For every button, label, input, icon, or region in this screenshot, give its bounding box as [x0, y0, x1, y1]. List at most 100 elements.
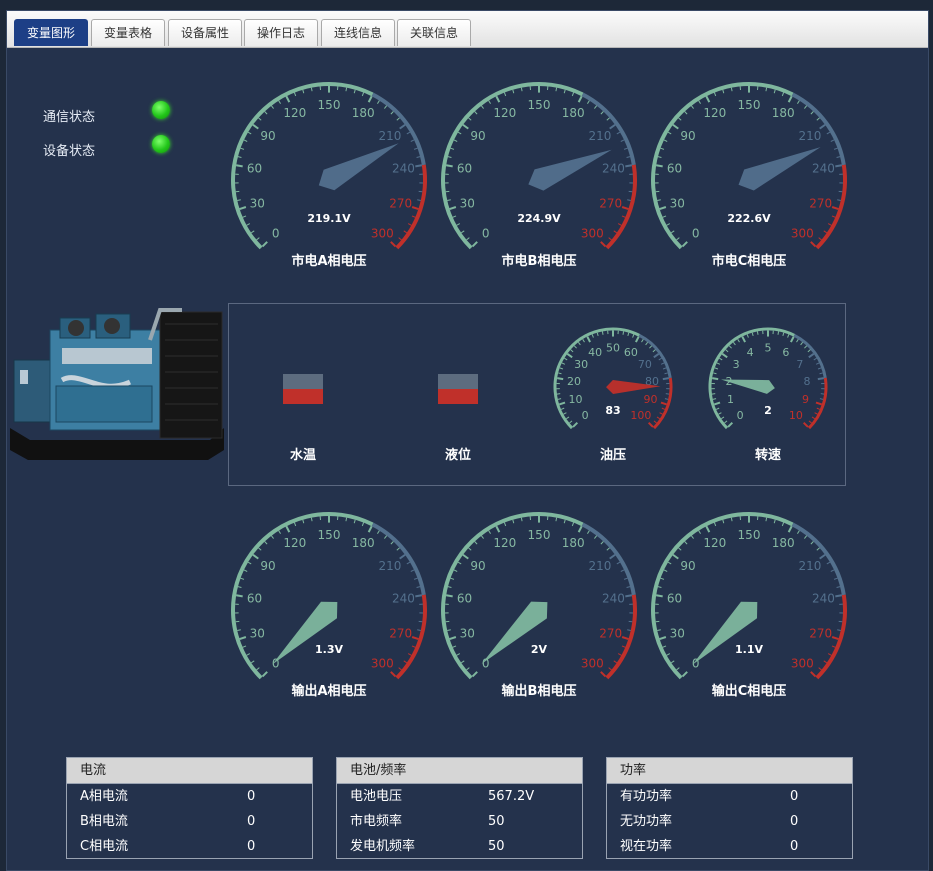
oil-pressure-gauge-minor-tick	[597, 333, 598, 336]
output-gauge-2-tick-label: 60	[667, 592, 682, 606]
oil-pressure-gauge-minor-tick	[574, 346, 576, 348]
engine-speed-gauge-minor-tick	[757, 332, 758, 335]
engine-speed-gauge-minor-tick	[752, 333, 753, 336]
mains-gauge-0-needle	[319, 143, 399, 190]
engine-speed-gauge-minor-tick	[718, 413, 721, 415]
mains-gauge-2-minor-tick	[668, 132, 671, 134]
output-gauge-2-minor-tick	[658, 587, 661, 588]
engine-speed-gauge-minor-tick	[801, 342, 803, 345]
output-gauge-1-minor-tick	[458, 562, 461, 564]
mains-gauge-2-major-tick	[706, 96, 709, 102]
engine-speed-gauge-tick-label: 10	[789, 409, 803, 422]
mains-gauge-1-minor-tick	[618, 224, 621, 226]
oil-pressure-gauge-minor-tick	[563, 413, 566, 415]
tab-variable-table[interactable]: 变量表格	[91, 19, 165, 46]
mains-gauge-1-tick-label: 180	[562, 106, 585, 120]
mains-gauge-2-minor-tick	[658, 157, 661, 158]
output-gauge-1-major-tick	[496, 526, 499, 532]
mains-gauge-0-minor-tick	[248, 132, 251, 134]
row-label: 发电机频率	[350, 834, 415, 859]
mains-gauge-1-major-tick	[463, 125, 468, 129]
mains-gauge-0-minor-tick	[251, 231, 254, 233]
output-gauge-1-minor-tick	[461, 661, 464, 663]
output-gauge-2-minor-tick	[685, 541, 687, 544]
output-gauge-2-minor-tick	[657, 630, 661, 631]
oil-pressure-gauge-tick-label: 20	[567, 375, 581, 388]
mains-gauge-0-tick-label: 240	[392, 162, 415, 176]
tab-related-info[interactable]: 关联信息	[397, 19, 471, 46]
oil-pressure-gauge-minor-tick	[662, 408, 665, 409]
row-label: 无功功率	[620, 809, 672, 834]
row-label: A相电流	[80, 784, 128, 809]
oil-pressure-gauge-tick-label: 60	[624, 346, 638, 359]
mains-gauge-1-minor-tick	[504, 93, 505, 96]
mains-gauge-1-minor-tick	[521, 88, 522, 92]
output-gauge-2-minor-tick	[811, 541, 813, 544]
tab-device-properties[interactable]: 设备属性	[168, 19, 242, 46]
oil-pressure-gauge-major-tick	[649, 423, 653, 427]
mains-gauge-0-minor-tick	[346, 88, 347, 92]
output-gauge-0-major-tick	[391, 672, 396, 677]
output-gauge-1-major-tick	[622, 637, 628, 639]
engine-speed-gauge-minor-tick	[820, 373, 823, 374]
output-gauge-1-minor-tick	[513, 520, 514, 523]
mains-gauge-1-tick-label: 120	[493, 106, 516, 120]
output-gauge-0-major-tick	[253, 555, 258, 559]
mains-gauge-0-minor-tick	[258, 118, 261, 120]
oil-pressure-gauge-minor-tick	[571, 350, 573, 352]
mains-gauge-0-minor-tick	[237, 200, 241, 201]
tab-variable-graphics[interactable]: 变量图形	[14, 19, 88, 46]
oil-pressure-gauge-minor-tick	[660, 413, 663, 415]
mains-gauge-2-needle	[739, 147, 821, 190]
row-label: 电池电压	[350, 784, 402, 809]
output-gauge-0-minor-tick	[399, 668, 402, 670]
mains-gauge-1-minor-tick	[454, 140, 457, 142]
mains-gauge-1-tick-label: 60	[457, 162, 472, 176]
engine-speed-gauge-minor-tick	[724, 421, 727, 423]
engine-speed-gauge-minor-tick	[733, 342, 735, 345]
water-temp-indicator	[283, 374, 323, 404]
output-gauge-2-minor-tick	[782, 523, 783, 526]
mains-gauge-2-minor-tick	[661, 148, 664, 149]
output-gauge-2-major-tick	[832, 637, 838, 639]
mains-gauge-1-major-tick	[601, 242, 606, 247]
oil-pressure-gauge-tick-label: 40	[588, 346, 602, 359]
mains-gauge-2-minor-tick	[677, 238, 680, 240]
mains-gauge-1-minor-tick	[614, 231, 617, 233]
output-gauge-2-minor-tick	[723, 520, 724, 523]
output-gauge-0-major-tick	[236, 595, 243, 596]
output-gauge-2-minor-tick	[817, 548, 820, 550]
current-table-header: 电流	[67, 758, 312, 784]
output-gauge-2-minor-tick	[774, 520, 775, 523]
engine-speed-gauge-minor-tick	[726, 350, 728, 352]
mains-gauge-0-minor-tick	[399, 238, 402, 240]
output-gauge-0-minor-tick	[258, 548, 261, 550]
mains-gauge-0-major-tick	[391, 242, 396, 247]
tab-operation-log[interactable]: 操作日志	[244, 19, 318, 46]
mains-gauge-2-major-tick	[835, 165, 842, 166]
row-label: C相电流	[80, 834, 128, 859]
oil-pressure-gauge-minor-tick	[592, 334, 593, 337]
oil-pressure-gauge-tick-label: 10	[568, 393, 582, 406]
output-gauge-1-minor-tick	[467, 668, 470, 670]
table-row: A相电流0	[67, 784, 312, 809]
table-row: 电池电压 567.2V	[337, 784, 582, 809]
tab-connection-info[interactable]: 连线信息	[321, 19, 395, 46]
mains-gauge-0-tick-label: 120	[283, 106, 306, 120]
output-gauge-0-major-tick	[240, 637, 246, 639]
mains-gauge-2-minor-tick	[685, 111, 687, 114]
mains-gauge-1-minor-tick	[461, 231, 464, 233]
mains-gauge-0-minor-tick	[294, 93, 295, 96]
oil-pressure-gauge-minor-tick	[659, 358, 662, 360]
mains-gauge-0-minor-tick	[241, 148, 244, 149]
output-gauge-0-tick-label: 240	[392, 592, 415, 606]
row-value: 567.2V	[488, 784, 534, 809]
mains-gauge-1-minor-tick	[572, 93, 573, 96]
output-c-voltage-gauge: 0306090120150180210240270300	[649, 510, 849, 690]
output-gauge-1-major-tick	[625, 595, 632, 596]
output-gauge-1-minor-tick	[489, 531, 491, 534]
mains-gauge-0-minor-tick	[411, 140, 414, 142]
mains-gauge-1-minor-tick	[448, 157, 451, 158]
output-gauge-2-minor-tick	[699, 531, 701, 534]
mains-gauge-1-major-tick	[579, 96, 582, 102]
